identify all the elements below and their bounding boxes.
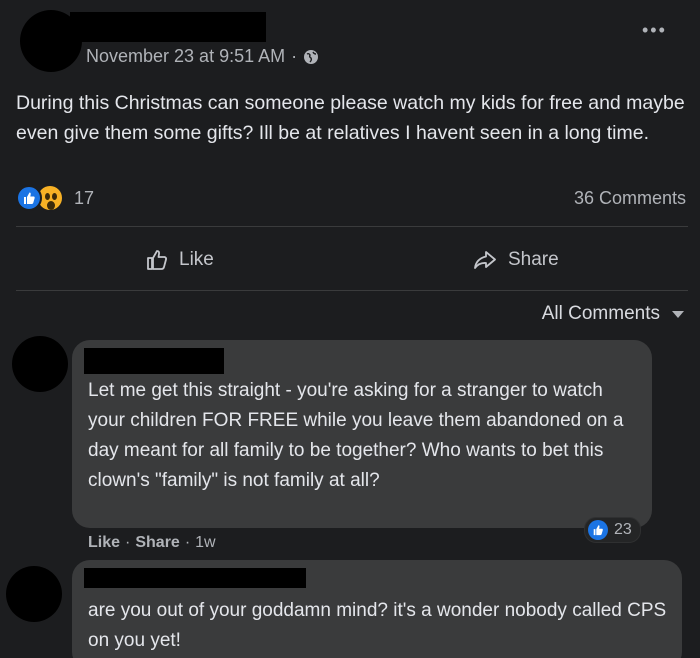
like-reaction-icon [16,185,42,211]
divider [16,226,688,227]
comment-filter-dropdown[interactable]: All Comments [542,303,684,325]
like-reaction-icon [588,520,608,540]
comment-share-link[interactable]: Share [135,534,179,552]
commenter-avatar[interactable] [6,566,62,622]
globe-icon [303,49,319,65]
comment-reactions[interactable]: 23 [584,517,641,543]
share-button[interactable]: Share [472,240,559,280]
comment-text: are you out of your goddamn mind? it's a… [88,600,667,651]
author-name-redacted[interactable] [70,12,266,42]
like-button-label: Like [179,249,214,270]
comments-count-link[interactable]: 36 Comments [574,188,686,209]
comment-text: Let me get this straight - you're asking… [88,380,624,491]
commenter-avatar[interactable] [12,336,68,392]
reaction-count: 17 [74,187,95,208]
thumbs-up-icon [147,250,167,270]
more-options-icon[interactable]: ••• [642,20,667,41]
share-arrow-icon [474,251,496,269]
commenter-name-redacted[interactable] [84,568,306,588]
post-body: During this Christmas can someone please… [16,92,685,144]
post-timestamp[interactable]: November 23 at 9:51 AM [86,46,285,67]
post-meta: November 23 at 9:51 AM · [86,46,319,67]
divider [16,290,688,291]
comment-actions: Like · Share · 1w [88,534,216,552]
comment-age: 1w [195,534,216,551]
like-button[interactable]: Like [145,240,214,280]
meta-separator: · [291,46,298,66]
caret-down-icon [672,310,684,318]
comment-reaction-count: 23 [614,521,632,538]
share-button-label: Share [508,249,559,270]
comment-filter-label: All Comments [541,303,660,324]
reactions-summary[interactable]: 17 [16,184,94,212]
commenter-name-redacted[interactable] [84,348,224,374]
comment-like-link[interactable]: Like [88,534,120,552]
